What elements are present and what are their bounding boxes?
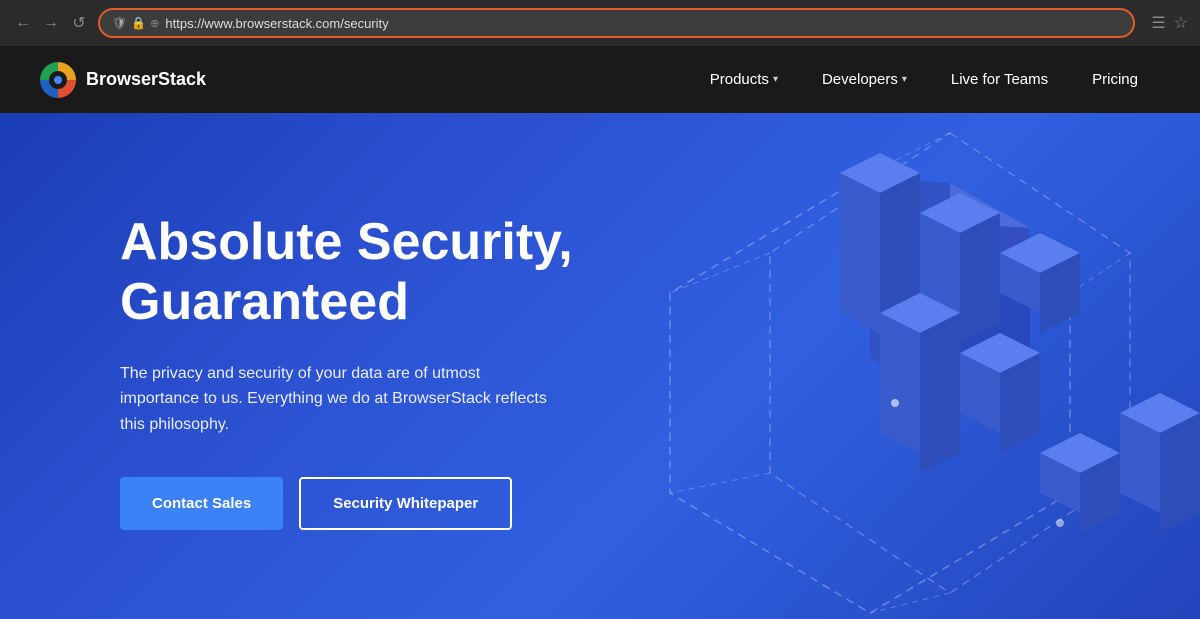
logo-dot <box>54 76 62 84</box>
logo-inner-circle <box>49 71 67 89</box>
nav-links: Products ▾ Developers ▾ Live for Teams P… <box>688 46 1160 113</box>
hero-graphic <box>520 113 1200 619</box>
info-icon: ⊕ <box>150 17 159 30</box>
forward-button[interactable]: → <box>40 12 62 34</box>
nav-developers[interactable]: Developers ▾ <box>800 46 929 113</box>
address-bar-security-icons: 🛡 🔒 ⊕ <box>112 16 159 30</box>
browser-actions: ☰ ☆ <box>1151 13 1188 33</box>
nav-developers-label: Developers <box>822 71 898 88</box>
developers-chevron-icon: ▾ <box>902 74 907 85</box>
site-navigation: BrowserStack Products ▾ Developers ▾ Liv… <box>0 46 1200 113</box>
nav-pricing[interactable]: Pricing <box>1070 46 1160 113</box>
hero-title: Absolute Security, Guaranteed <box>120 213 573 333</box>
address-bar[interactable]: 🛡 🔒 ⊕ https://www.browserstack.com/secur… <box>98 8 1135 38</box>
nav-products[interactable]: Products ▾ <box>688 46 800 113</box>
nav-products-label: Products <box>710 71 769 88</box>
shield-icon: 🛡 <box>112 16 127 30</box>
nav-live-for-teams-label: Live for Teams <box>951 71 1048 88</box>
hero-section: Absolute Security, Guaranteed The privac… <box>0 113 1200 619</box>
logo-text: BrowserStack <box>86 69 206 90</box>
contact-sales-button[interactable]: Contact Sales <box>120 477 283 530</box>
url-text: https://www.browserstack.com/security <box>165 16 1121 31</box>
browser-menu-icon[interactable]: ☰ <box>1151 13 1165 33</box>
browser-nav-buttons: ← → ↺ <box>12 12 90 34</box>
nav-pricing-label: Pricing <box>1092 71 1138 88</box>
hero-title-line2: Guaranteed <box>120 273 409 331</box>
browser-chrome: ← → ↺ 🛡 🔒 ⊕ https://www.browserstack.com… <box>0 0 1200 46</box>
products-chevron-icon: ▾ <box>773 74 778 85</box>
hero-content: Absolute Security, Guaranteed The privac… <box>120 173 573 530</box>
security-whitepaper-button[interactable]: Security Whitepaper <box>299 477 512 530</box>
hero-buttons: Contact Sales Security Whitepaper <box>120 477 573 530</box>
back-button[interactable]: ← <box>12 12 34 34</box>
browserstack-logo-icon <box>40 62 76 98</box>
bookmark-icon[interactable]: ☆ <box>1174 13 1188 33</box>
hero-subtitle: The privacy and security of your data ar… <box>120 361 550 438</box>
nav-live-for-teams[interactable]: Live for Teams <box>929 46 1070 113</box>
logo-area[interactable]: BrowserStack <box>40 62 206 98</box>
reload-button[interactable]: ↺ <box>68 12 90 34</box>
hero-title-line1: Absolute Security, <box>120 213 573 271</box>
lock-icon: 🔒 <box>131 16 146 30</box>
